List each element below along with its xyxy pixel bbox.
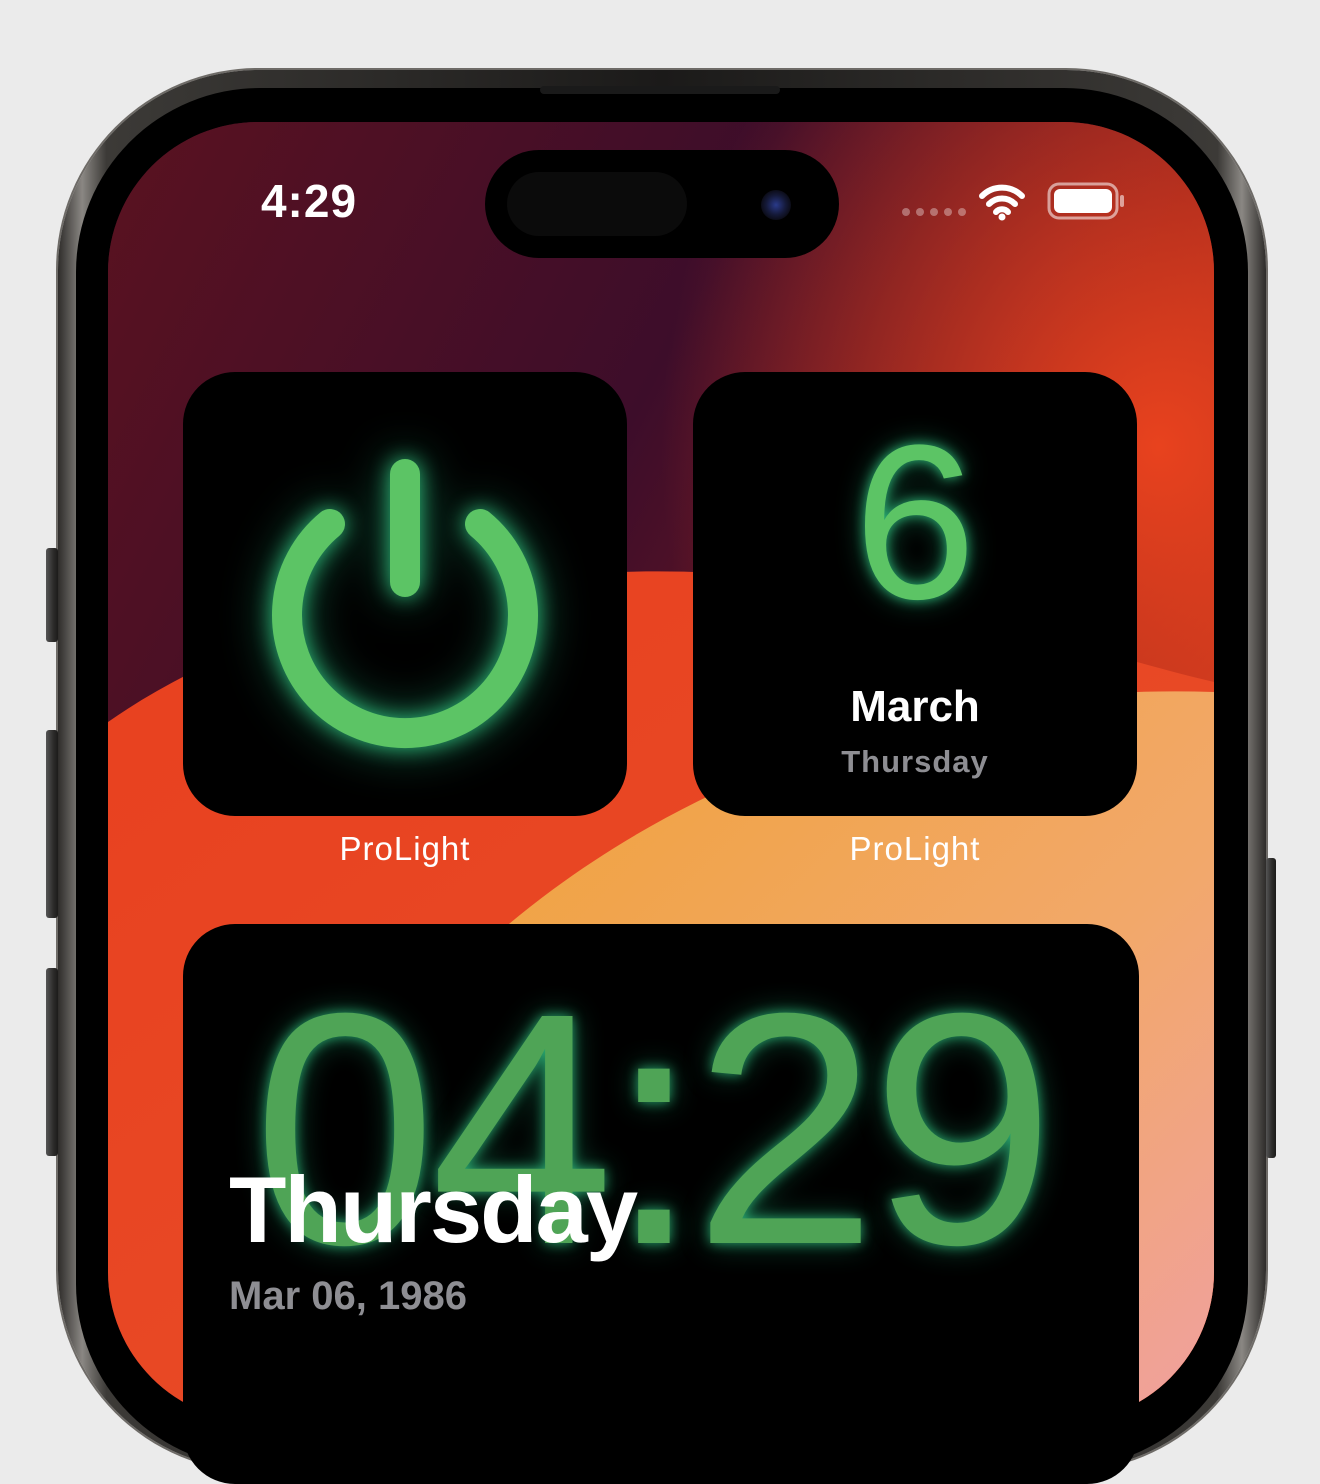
volume-down-button[interactable] bbox=[46, 968, 58, 1156]
power-widget-label: ProLight bbox=[339, 830, 471, 867]
clock-weekday: Thursday bbox=[229, 1157, 638, 1262]
clock-widget[interactable]: 04:29 Thursday Mar 06, 1986 bbox=[183, 924, 1139, 1484]
date-weekday: Thursday bbox=[841, 744, 989, 779]
date-month: March bbox=[850, 682, 980, 731]
clock-date: Mar 06, 1986 bbox=[229, 1274, 467, 1318]
power-icon[interactable] bbox=[183, 372, 627, 816]
power-widget[interactable] bbox=[183, 372, 627, 816]
home-screen: ProLight 6 March Thursday ProLight 04:29… bbox=[108, 122, 1214, 1484]
side-button[interactable] bbox=[1266, 858, 1276, 1158]
action-button[interactable] bbox=[46, 548, 58, 642]
date-widget[interactable]: 6 March Thursday bbox=[693, 372, 1137, 816]
date-day-number: 6 bbox=[853, 399, 977, 645]
volume-up-button[interactable] bbox=[46, 730, 58, 918]
earpiece-strip bbox=[540, 86, 780, 94]
date-widget-label: ProLight bbox=[849, 830, 981, 867]
